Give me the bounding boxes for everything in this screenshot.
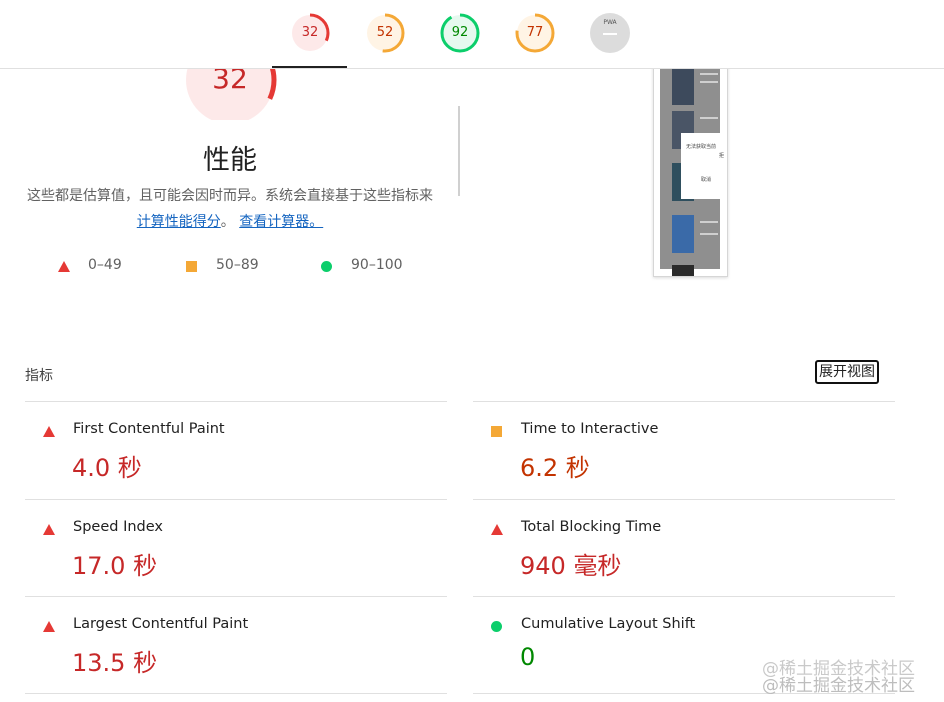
metric-value: 940 毫秒 <box>520 552 622 580</box>
performance-title: 性能 <box>203 145 257 176</box>
metric-label: Speed Index <box>73 519 163 535</box>
gauge-score: 52 <box>376 25 394 40</box>
metric-largest-contentful-paint: Largest Contentful Paint 13.5 秒 <box>25 597 445 694</box>
metric-label: Total Blocking Time <box>521 519 662 535</box>
gauge-performance[interactable]: 32 <box>289 12 331 54</box>
gauge-score: 77 <box>526 25 544 40</box>
legend-range: 0–49 <box>88 257 122 273</box>
metric-speed-index: Speed Index 17.0 秒 <box>25 500 445 597</box>
circle-icon <box>321 261 332 272</box>
thumbnail-dialog: 无法获取当前 拒 取消 <box>681 133 725 199</box>
metric-value: 6.2 秒 <box>520 454 590 482</box>
fail-triangle-icon <box>43 621 55 632</box>
thumbnail-line <box>700 81 718 83</box>
fail-triangle-icon <box>43 426 55 437</box>
performance-description: 这些都是估算值，且可能会因时而异。系统会直接基于这些指标来计算性能得分。 查看计… <box>22 183 438 235</box>
gauge-pwa[interactable]: PWA <box>589 12 631 54</box>
dialog-text: 无法获取当前 <box>686 144 717 150</box>
metric-label: First Contentful Paint <box>73 421 225 437</box>
expand-view-button[interactable]: 展开视图 <box>815 360 879 384</box>
vertical-divider <box>458 106 460 196</box>
metric-value: 13.5 秒 <box>72 649 158 677</box>
gauge-best-practices[interactable]: 92 <box>439 12 481 54</box>
metric-first-contentful-paint: First Contentful Paint 4.0 秒 <box>25 402 445 499</box>
pwa-dash-icon <box>603 33 617 35</box>
active-tab-indicator <box>272 66 347 68</box>
metric-total-blocking-time: Total Blocking Time 940 毫秒 <box>473 500 893 597</box>
thumbnail-line <box>700 73 718 75</box>
divider <box>25 693 447 694</box>
metric-label: Cumulative Layout Shift <box>521 616 696 632</box>
average-square-icon <box>491 426 502 437</box>
final-screenshot-thumbnail[interactable]: 无法获取当前 拒 取消 <box>653 60 728 277</box>
pwa-label: PWA <box>603 19 617 26</box>
square-icon <box>186 261 197 272</box>
dialog-text-2: 拒 <box>719 153 725 159</box>
metric-value: 0 <box>520 643 536 671</box>
legend-range: 90–100 <box>351 257 403 273</box>
thumbnail-line <box>700 117 718 119</box>
metric-label: Largest Contentful Paint <box>73 616 249 632</box>
dialog-cancel: 取消 <box>701 177 712 183</box>
metric-value: 17.0 秒 <box>72 552 158 580</box>
legend-range: 50–89 <box>216 257 259 273</box>
metric-value: 4.0 秒 <box>72 454 142 482</box>
description-separator: 。 <box>220 214 235 230</box>
thumbnail-line <box>700 233 718 235</box>
thumbnail-line <box>700 221 718 223</box>
gauge-score: 32 <box>301 25 319 40</box>
metrics-heading: 指标 <box>25 368 53 384</box>
triangle-icon <box>58 261 70 272</box>
metric-time-to-interactive: Time to Interactive 6.2 秒 <box>473 402 893 499</box>
gauge-score: 92 <box>451 25 469 40</box>
calc-score-link[interactable]: 计算性能得分 <box>137 214 221 230</box>
calculator-link[interactable]: 查看计算器。 <box>239 214 323 230</box>
metric-label: Time to Interactive <box>521 421 659 437</box>
watermark-shadow: @稀土掘金技术社区 <box>762 676 915 696</box>
pass-circle-icon <box>491 621 502 632</box>
thumbnail-image <box>672 265 694 276</box>
description-text: 这些都是估算值，且可能会因时而异。系统会直接基于这些指标来 <box>27 188 433 204</box>
gauge-accessibility[interactable]: 52 <box>364 12 406 54</box>
thumbnail-image <box>672 67 694 105</box>
category-gauge-bar: 32 52 92 77 PWA <box>0 0 944 69</box>
thumbnail-image <box>672 215 694 253</box>
gauge-seo[interactable]: 77 <box>514 12 556 54</box>
fail-triangle-icon <box>43 524 55 535</box>
fail-triangle-icon <box>491 524 503 535</box>
